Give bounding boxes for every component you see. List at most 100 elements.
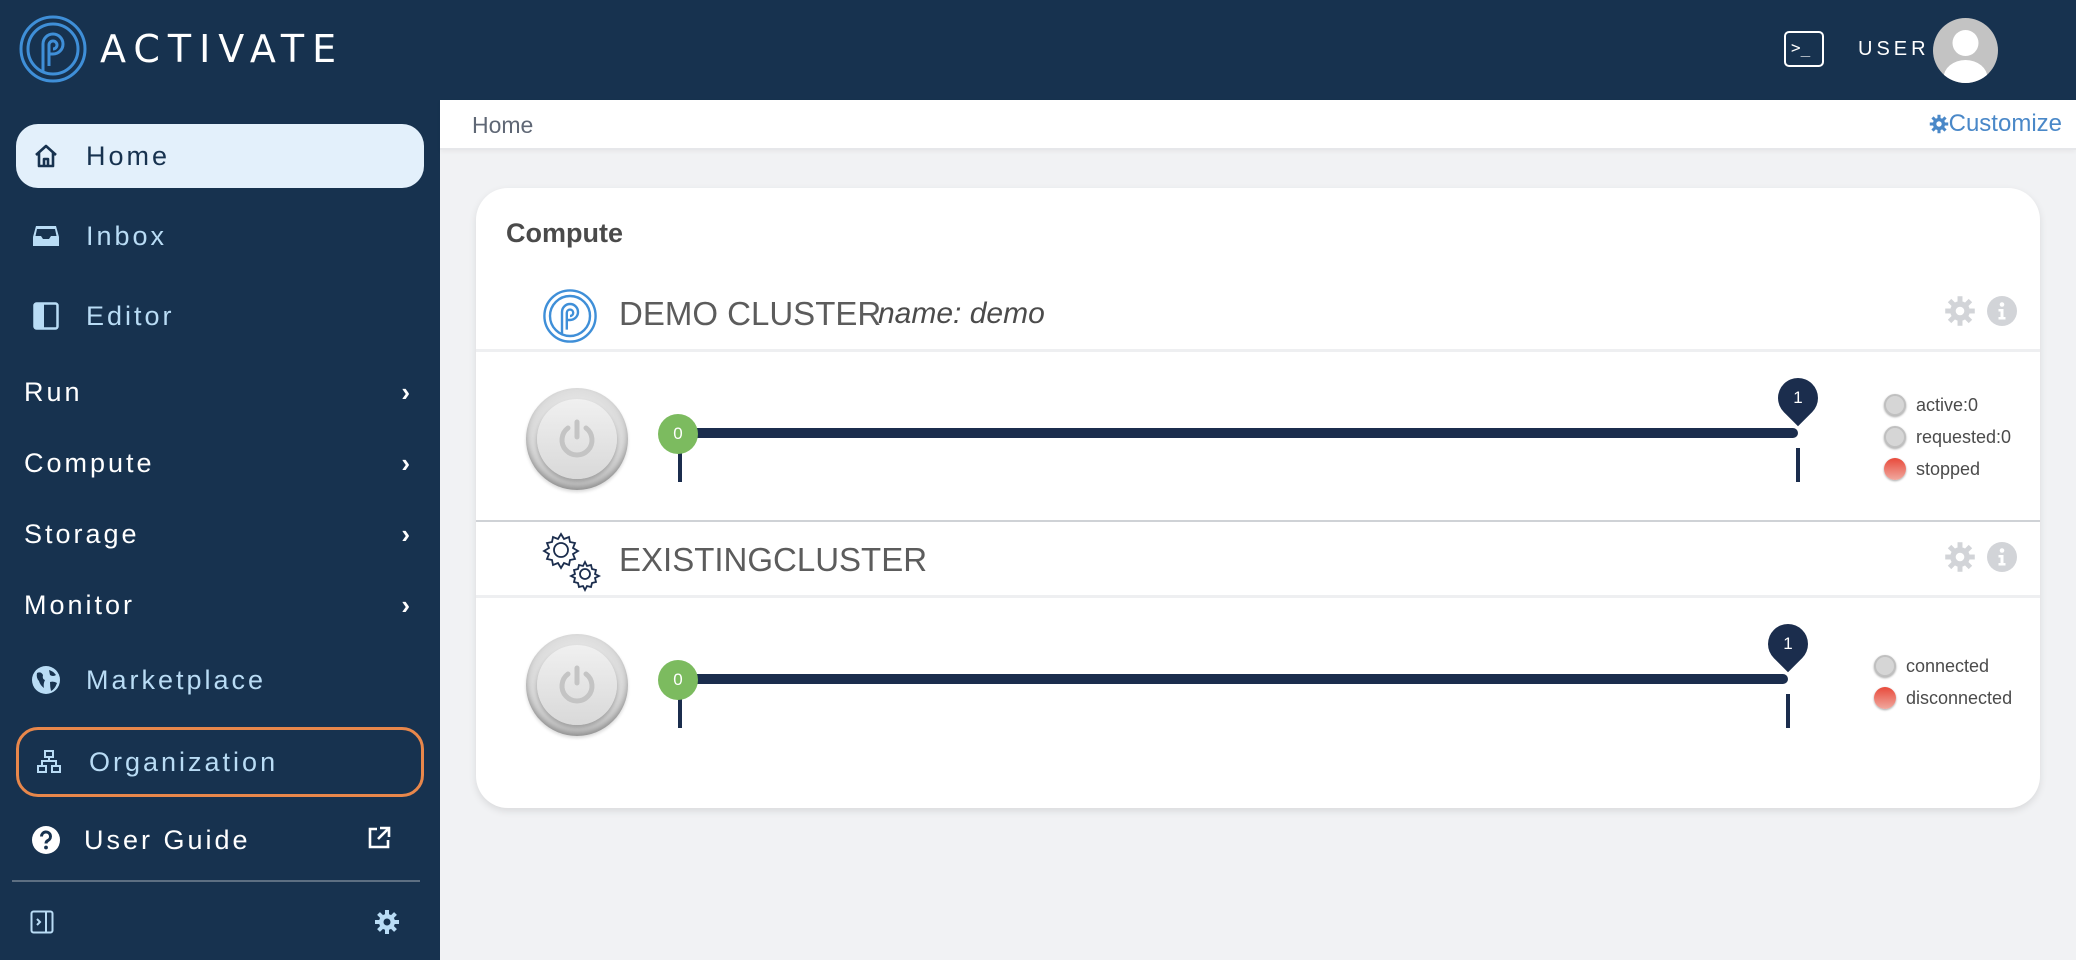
status-dot-icon — [1884, 394, 1906, 416]
sidebar-item-organization[interactable]: Organization — [16, 727, 424, 797]
chevron-right-icon: › — [401, 518, 410, 549]
gear-icon — [375, 910, 399, 934]
chevron-right-icon: › — [401, 376, 410, 407]
avatar[interactable] — [1933, 18, 1998, 83]
sidebar-settings-button[interactable] — [374, 909, 400, 940]
power-button[interactable] — [526, 634, 628, 736]
sidebar-item-home[interactable]: Home — [16, 124, 424, 188]
cluster-status-legend: active:0 requested:0 stopped — [1884, 393, 2011, 481]
slider-max-handle[interactable]: 1 — [1759, 615, 1817, 673]
status-item: requested:0 — [1884, 425, 2011, 449]
cluster-actions — [1944, 295, 2018, 332]
cluster-actions — [1944, 541, 2018, 578]
sidebar: Home Inbox Editor Run › Compute › Storag… — [0, 100, 440, 960]
cluster-settings-button[interactable] — [1944, 541, 1976, 578]
chevron-right-icon: › — [401, 589, 410, 620]
status-label: requested:0 — [1916, 426, 2012, 447]
sidebar-item-inbox[interactable]: Inbox — [16, 204, 424, 268]
slider-max-handle[interactable]: 1 — [1769, 369, 1827, 427]
status-label: connected — [1906, 655, 1990, 676]
cluster-icon — [538, 528, 604, 597]
gear-icon — [1945, 296, 1975, 326]
sidebar-item-storage[interactable]: Storage › — [24, 506, 420, 562]
slider-tick-max — [1796, 448, 1800, 482]
brand-name: ACTIVATE — [100, 27, 345, 71]
user-avatar-icon — [1943, 30, 1988, 83]
sidebar-item-label: Organization — [89, 746, 279, 777]
cluster-settings-button[interactable] — [1944, 295, 1976, 332]
sidebar-item-label: User Guide — [84, 824, 251, 855]
slider-max-value: 1 — [1793, 388, 1803, 407]
status-label: active:0 — [1916, 394, 1979, 415]
power-icon — [559, 419, 595, 458]
sidebar-item-compute[interactable]: Compute › — [24, 435, 420, 491]
cluster-icon — [542, 288, 598, 349]
node-range-slider[interactable]: 0 1 — [658, 369, 1827, 482]
status-dot-icon — [1884, 458, 1906, 480]
home-icon — [35, 144, 57, 168]
slider-min-handle[interactable]: 0 — [658, 660, 698, 700]
status-dot-icon — [1874, 655, 1896, 677]
status-dot-icon — [1874, 687, 1896, 709]
sitemap-icon — [37, 750, 61, 773]
status-item: active:0 — [1884, 393, 2011, 417]
sidebar-item-label: Run — [24, 376, 83, 407]
activate-logo-icon — [543, 289, 597, 343]
sidebar-item-label: Marketplace — [86, 664, 267, 695]
breadcrumb[interactable]: Home — [472, 112, 533, 139]
sidebar-item-editor[interactable]: Editor — [16, 284, 424, 348]
inbox-icon — [33, 226, 59, 246]
gear-icon — [1929, 114, 1948, 134]
slider-min-handle[interactable]: 0 — [658, 414, 698, 454]
sidebar-divider — [12, 880, 420, 882]
cluster-info-button[interactable] — [1986, 295, 2018, 332]
status-label: stopped — [1916, 458, 1981, 479]
breadcrumb-bar: Home Customize — [440, 100, 2076, 150]
sidebar-item-label: Home — [86, 140, 171, 171]
sidebar-item-label: Editor — [86, 300, 175, 331]
compute-card: Compute DEMO CLUSTER name: demo 0 1 acti… — [476, 188, 2040, 808]
top-bar: ACTIVATE >_ USER — [0, 0, 2076, 100]
sidebar-item-label: Storage — [24, 518, 140, 549]
power-button[interactable] — [526, 388, 628, 490]
cluster-name[interactable]: DEMO CLUSTER — [619, 295, 881, 333]
user-label[interactable]: USER — [1858, 38, 1930, 61]
terminal-icon: >_ — [1791, 38, 1811, 57]
activate-logo-icon — [19, 15, 87, 83]
cluster-status-legend: connected disconnected — [1874, 654, 2012, 710]
terminal-button[interactable]: >_ — [1784, 31, 1824, 67]
sidebar-item-label: Inbox — [86, 220, 168, 251]
info-icon — [1987, 296, 2017, 326]
external-link-icon — [366, 825, 392, 856]
sidebar-item-marketplace[interactable]: Marketplace — [16, 648, 424, 712]
brand-logo[interactable]: ACTIVATE — [18, 14, 344, 84]
cluster-subtitle: name: demo — [878, 297, 1045, 330]
slider-track — [672, 674, 1788, 684]
editor-icon — [33, 302, 59, 330]
sidebar-item-label: Monitor — [24, 589, 136, 620]
sidebar-item-run[interactable]: Run › — [24, 364, 420, 420]
status-dot-icon — [1884, 426, 1906, 448]
power-icon — [559, 665, 595, 704]
customize-button[interactable]: Customize — [1929, 110, 2062, 138]
status-label: disconnected — [1906, 687, 2013, 708]
sidebar-item-user-guide[interactable]: User Guide — [16, 808, 424, 872]
card-title: Compute — [506, 218, 623, 248]
sidebar-collapse-button[interactable] — [30, 910, 54, 939]
status-item: disconnected — [1874, 686, 2012, 710]
slider-tick-max — [1786, 694, 1790, 728]
cluster-name[interactable]: EXISTINGCLUSTER — [619, 541, 927, 579]
gear-icon — [1945, 542, 1975, 572]
slider-track — [672, 428, 1798, 438]
cluster-info-button[interactable] — [1986, 541, 2018, 578]
status-item: connected — [1874, 654, 2012, 678]
question-circle-icon — [32, 826, 60, 854]
sidebar-item-monitor[interactable]: Monitor › — [24, 577, 420, 633]
sidebar-item-label: Compute — [24, 447, 155, 478]
node-range-slider[interactable]: 0 1 — [658, 615, 1817, 728]
chevron-right-icon: › — [401, 447, 410, 478]
gears-icon — [542, 532, 602, 593]
slider-min-value: 0 — [673, 424, 683, 443]
globe-icon — [32, 666, 60, 694]
slider-max-value: 1 — [1783, 634, 1793, 653]
